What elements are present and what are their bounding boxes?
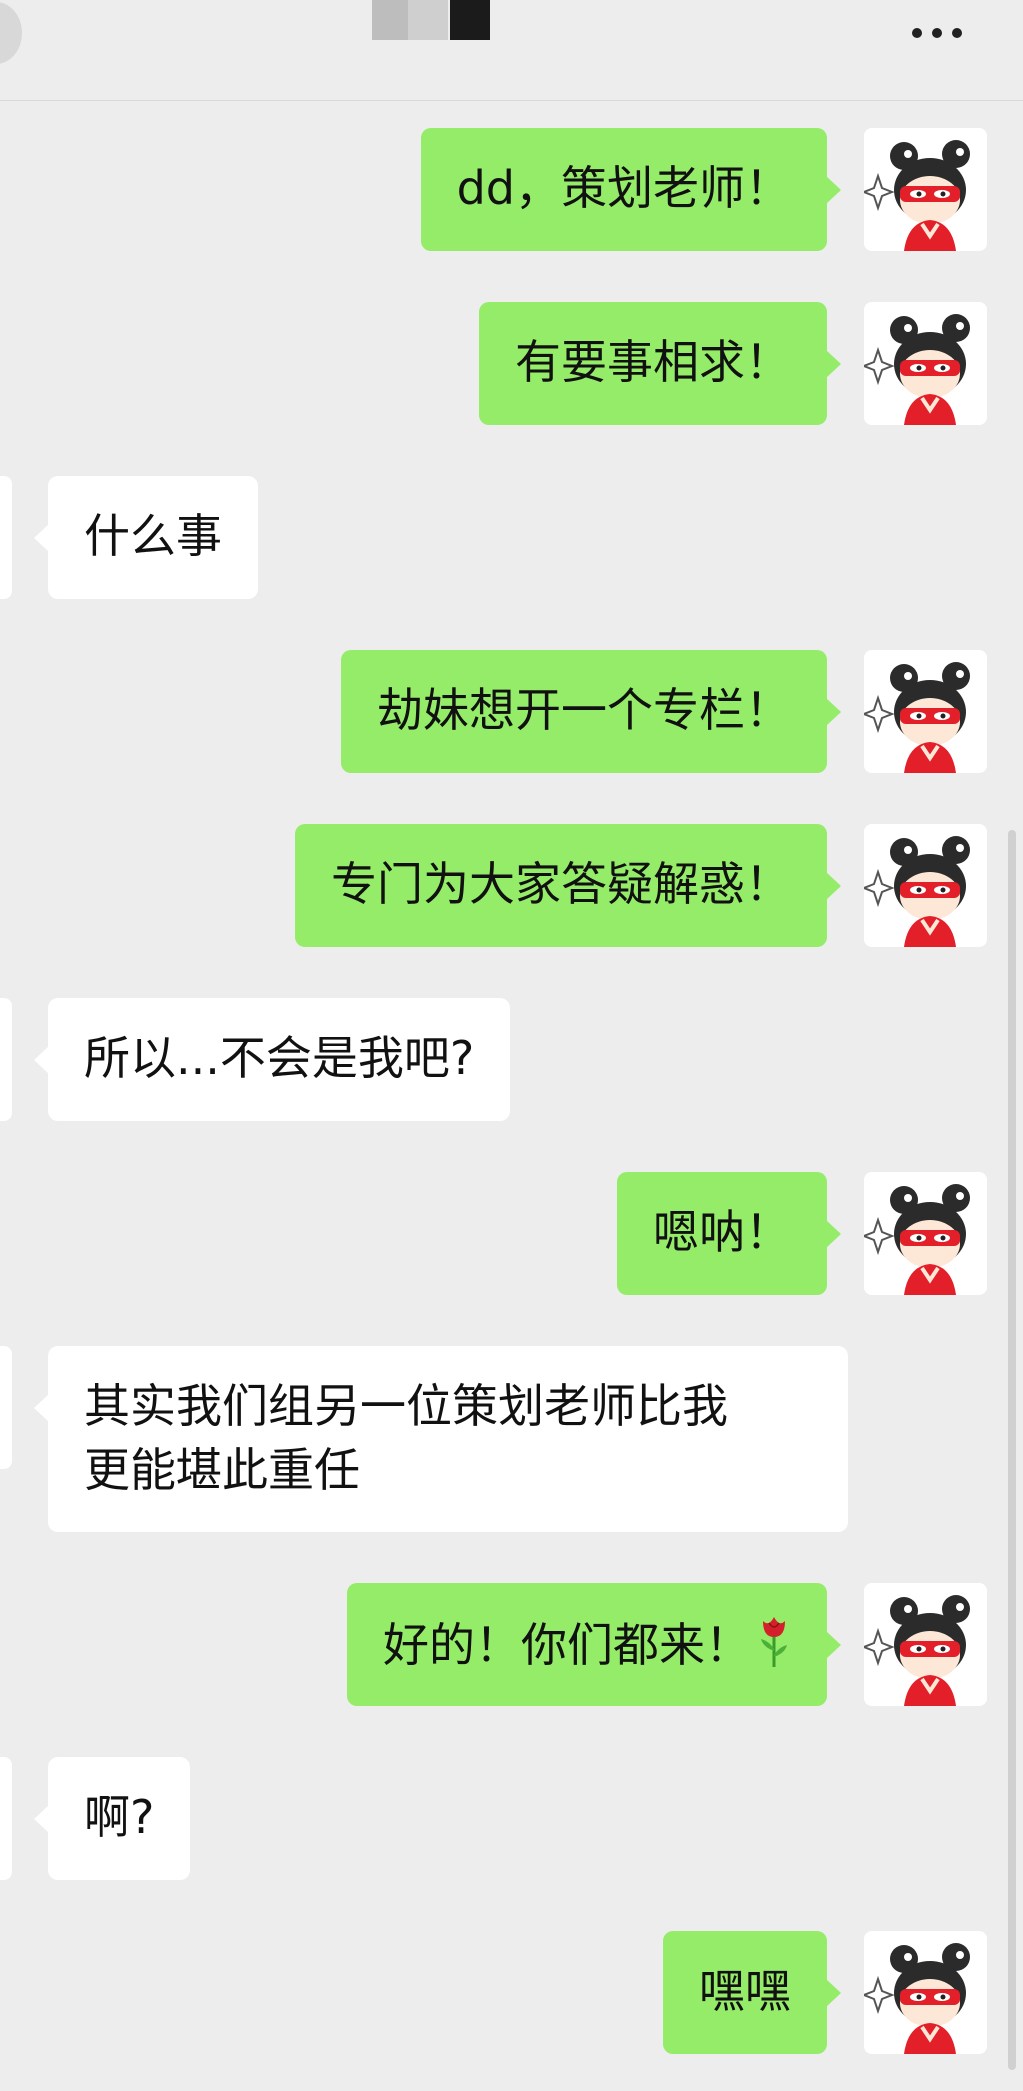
contact-avatar[interactable]: [0, 476, 12, 599]
message-text: 嗯呐！: [653, 1205, 791, 1259]
contact-avatar[interactable]: [0, 998, 12, 1121]
scrollbar[interactable]: [1008, 830, 1016, 2070]
cartoon-avatar-icon: [864, 302, 987, 425]
chat-header: [0, 0, 1023, 101]
more-horizontal-icon[interactable]: [910, 26, 970, 42]
cartoon-avatar-icon: [864, 1931, 987, 2054]
user-avatar[interactable]: [864, 1172, 987, 1295]
user-avatar[interactable]: [864, 650, 987, 773]
message-text: dd，策划老师！: [456, 161, 791, 215]
back-button[interactable]: [0, 2, 22, 64]
user-avatar[interactable]: [864, 1583, 987, 1706]
cartoon-avatar-icon: [864, 1583, 987, 1706]
sent-message-bubble[interactable]: 劫妹想开一个专栏！: [341, 650, 841, 773]
message-text: 好的！你们都来！: [383, 1618, 751, 1672]
message-text: 所以...不会是我吧?: [84, 1031, 475, 1085]
sent-message-bubble[interactable]: 好的！你们都来！: [347, 1583, 841, 1706]
received-message-bubble[interactable]: 啊?: [33, 1757, 191, 1880]
contact-avatar[interactable]: [0, 1757, 12, 1880]
message-text: 有要事相求！: [515, 335, 791, 389]
user-avatar[interactable]: [864, 1931, 987, 2054]
sent-message-bubble[interactable]: 嗯呐！: [617, 1172, 841, 1295]
message-text: 什么事: [84, 509, 222, 563]
received-message-bubble[interactable]: 其实我们组另一位策划老师比我 更能堪此重任: [34, 1346, 848, 1532]
sent-message-bubble[interactable]: 专门为大家答疑解惑！: [295, 824, 841, 947]
cartoon-avatar-icon: [864, 128, 987, 251]
rose-emoji-icon: [761, 1617, 787, 1667]
sent-message-bubble[interactable]: 有要事相求！: [479, 302, 841, 425]
chat-title-blurred: [372, 0, 494, 40]
message-text: 专门为大家答疑解惑！: [331, 857, 791, 911]
message-text: 啊?: [84, 1790, 155, 1844]
cartoon-avatar-icon: [864, 1172, 987, 1295]
user-avatar[interactable]: [864, 128, 987, 251]
user-avatar[interactable]: [864, 302, 987, 425]
message-text-line-2: 更能堪此重任: [84, 1443, 360, 1497]
user-avatar[interactable]: [864, 824, 987, 947]
message-text: 劫妹想开一个专栏！: [377, 683, 791, 737]
received-message-bubble[interactable]: 所以...不会是我吧?: [33, 998, 511, 1121]
message-text-line-1: 其实我们组另一位策划老师比我: [84, 1379, 728, 1433]
cartoon-avatar-icon: [864, 824, 987, 947]
received-message-bubble[interactable]: 什么事: [34, 476, 258, 599]
message-text: 嘿嘿: [699, 1964, 791, 2018]
sent-message-bubble[interactable]: 嘿嘿: [663, 1931, 841, 2054]
contact-avatar[interactable]: [0, 1346, 12, 1469]
cartoon-avatar-icon: [864, 650, 987, 773]
sent-message-bubble[interactable]: dd，策划老师！: [420, 128, 842, 251]
